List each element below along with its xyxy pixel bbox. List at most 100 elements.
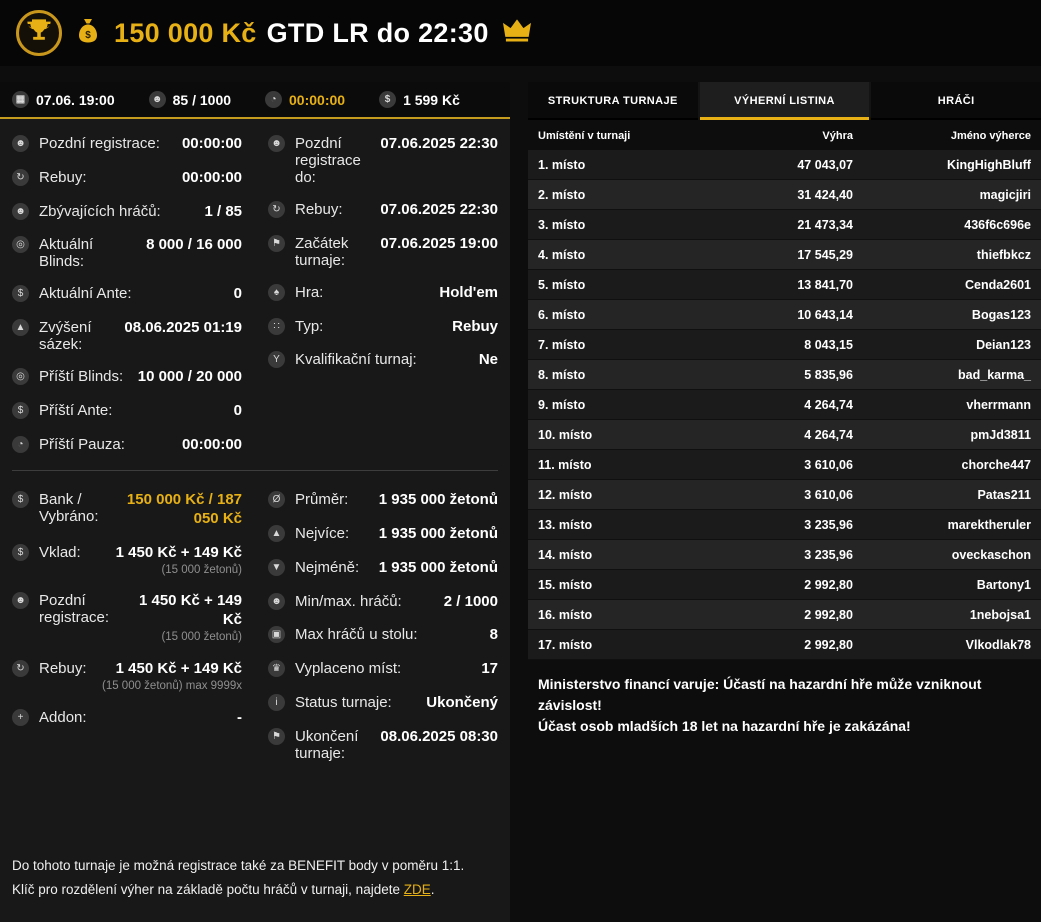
deposit-icon: $ <box>12 544 29 561</box>
info-value: 00:00:00 <box>182 436 242 455</box>
start-datetime: ▦ 07.06. 19:00 <box>12 91 115 108</box>
status-column-right: ☻ Pozdní registrace do: 07.06.2025 22:30… <box>268 135 498 454</box>
info-value: 00:00:00 <box>182 169 242 188</box>
winner-name-cell: KingHighBluff <box>853 158 1031 172</box>
place-cell: 15. místo <box>538 578 716 592</box>
info-label: Typ: <box>295 318 445 335</box>
type-icon: ∷ <box>268 318 285 335</box>
info-value: 1 450 Kč + 149 Kč <box>116 592 242 630</box>
header-place: Umístění v turnaji <box>538 130 716 142</box>
info-label: Pozdní registrace: <box>39 592 109 626</box>
ante-icon: $ <box>12 285 29 302</box>
Vlkodlak78: 17. místo 2 992,80 Vlkodlak78 <box>528 630 1041 660</box>
info-label: Zvýšení sázek: <box>39 319 117 353</box>
prize-cell: 2 992,80 <box>716 608 853 622</box>
tab-hraci[interactable]: HRÁČI <box>871 82 1041 120</box>
winner-name-cell: Bogas123 <box>853 308 1031 322</box>
info-label: Hra: <box>295 284 432 301</box>
prize-cell: 31 424,40 <box>716 188 853 202</box>
info-value: 07.06.2025 22:30 <box>380 201 498 220</box>
info-value: 07.06.2025 19:00 <box>380 235 498 254</box>
tournament-status-grid: ☻ Pozdní registrace: 00:00:00 ↻ Rebuy: 0… <box>0 119 510 466</box>
info-value: 0 <box>234 285 242 304</box>
info-row: ☻ Min/max. hráčů: 2 / 1000 <box>268 593 498 612</box>
winner-name-cell: vherrmann <box>853 398 1031 412</box>
players-count: ☻ 85 / 1000 <box>149 91 231 108</box>
flag-icon: ⚑ <box>268 728 285 745</box>
winner-name-cell: Vlkodlak78 <box>853 638 1031 652</box>
prize-key-note: Klíč pro rozdělení výher na základě počt… <box>12 880 498 900</box>
status-column-left: ☻ Pozdní registrace: 00:00:00 ↻ Rebuy: 0… <box>12 135 242 454</box>
info-value: 1 / 85 <box>204 203 242 222</box>
app-logo[interactable] <box>16 10 62 56</box>
info-value: 8 000 / 16 000 <box>146 236 242 255</box>
info-label: Pozdní registrace: <box>39 135 175 152</box>
place-cell: 8. místo <box>538 368 716 382</box>
info-label: Rebuy: <box>295 201 373 218</box>
money-bag-icon: $ <box>76 18 100 49</box>
info-value: 8 <box>490 626 498 645</box>
info-row: ☻ Zbývajících hráčů: 1 / 85 <box>12 203 242 222</box>
info-label: Vyplaceno míst: <box>295 660 474 677</box>
info-row: ⚑ Ukončení turnaje: 08.06.2025 08:30 <box>268 728 498 762</box>
pmJd3811: 10. místo 4 264,74 pmJd3811 <box>528 420 1041 450</box>
info-row: ♛ Vyplaceno míst: 17 <box>268 660 498 679</box>
oveckaschon: 14. místo 3 235,96 oveckaschon <box>528 540 1041 570</box>
info-row: ▲ Nejvíce: 1 935 000 žetonů <box>268 525 498 544</box>
prize-cell: 3 235,96 <box>716 518 853 532</box>
info-value: 1 935 000 žetonů <box>379 525 498 544</box>
stat-value: 07.06. 19:00 <box>36 92 115 108</box>
person-icon: ☻ <box>12 135 29 152</box>
info-label: Průměr: <box>295 491 372 508</box>
winner-name-cell: pmJd3811 <box>853 428 1031 442</box>
place-cell: 17. místo <box>538 638 716 652</box>
prize-panel: STRUKTURA TURNAJE VÝHERNÍ LISTINA HRÁČI … <box>528 82 1041 922</box>
place-cell: 6. místo <box>538 308 716 322</box>
info-label: Začátek turnaje: <box>295 235 373 269</box>
info-value: Hold'em <box>439 284 498 303</box>
place-cell: 14. místo <box>538 548 716 562</box>
title-text: GTD LR do 22:30 <box>267 18 489 49</box>
tab-vyherni-listina[interactable]: VÝHERNÍ LISTINA <box>700 82 872 120</box>
info-row: ⚑ Začátek turnaje: 07.06.2025 19:00 <box>268 235 498 269</box>
header-prize: Výhra <box>716 130 853 142</box>
place-cell: 12. místo <box>538 488 716 502</box>
info-row: ↻ Rebuy: 07.06.2025 22:30 <box>268 201 498 220</box>
stat-value: 00:00:00 <box>289 92 345 108</box>
prize-cell: 13 841,70 <box>716 278 853 292</box>
details-column-left: $ Bank / Vybráno: 150 000 Kč / 187 050 K… <box>12 491 242 761</box>
info-label: Addon: <box>39 709 230 726</box>
info-row: ◔ Příští Pauza: 00:00:00 <box>12 436 242 455</box>
money-icon: $ <box>379 91 396 108</box>
rebuy-icon: ↻ <box>12 169 29 186</box>
info-row: ▣ Max hráčů u stolu: 8 <box>268 626 498 645</box>
header: $ 150 000 Kč GTD LR do 22:30 <box>0 0 1041 66</box>
place-cell: 2. místo <box>538 188 716 202</box>
prize-cell: 8 043,15 <box>716 338 853 352</box>
prize-cell: 3 235,96 <box>716 548 853 562</box>
paid-icon: ♛ <box>268 660 285 677</box>
tab-struktura-turnaje[interactable]: STRUKTURA TURNAJE <box>528 82 700 120</box>
zde-link[interactable]: ZDE <box>404 882 431 897</box>
info-label: Min/max. hráčů: <box>295 593 437 610</box>
prize-cell: 5 835,96 <box>716 368 853 382</box>
winner-name-cell: Bartony1 <box>853 578 1031 592</box>
1nebojsa1: 16. místo 2 992,80 1nebojsa1 <box>528 600 1041 630</box>
info-row: ◎ Příští Blinds: 10 000 / 20 000 <box>12 368 242 387</box>
info-value: 150 000 Kč / 187 050 Kč <box>105 491 242 529</box>
details-column-right: Ø Průměr: 1 935 000 žetonů ▲ Nejvíce: 1 … <box>268 491 498 761</box>
marektheruler: 13. místo 3 235,96 marektheruler <box>528 510 1041 540</box>
benefit-note: Do tohoto turnaje je možná registrace ta… <box>12 856 498 876</box>
info-subvalue: (15 000 žetonů) max 9999x <box>102 679 242 694</box>
winner-name-cell: Cenda2601 <box>853 278 1031 292</box>
prize-cell: 4 264,74 <box>716 428 853 442</box>
KingHighBluff: 1. místo 47 043,07 KingHighBluff <box>528 150 1041 180</box>
prize-cell: 47 043,07 <box>716 158 853 172</box>
info-label: Příští Ante: <box>39 402 227 419</box>
bank-icon: $ <box>12 491 29 508</box>
tournament-timer: ◔ 00:00:00 <box>265 91 345 108</box>
info-label: Status turnaje: <box>295 694 419 711</box>
info-value: 07.06.2025 22:30 <box>380 135 498 154</box>
info-value: 17 <box>481 660 498 679</box>
buyin-total: $ 1 599 Kč <box>379 91 460 108</box>
